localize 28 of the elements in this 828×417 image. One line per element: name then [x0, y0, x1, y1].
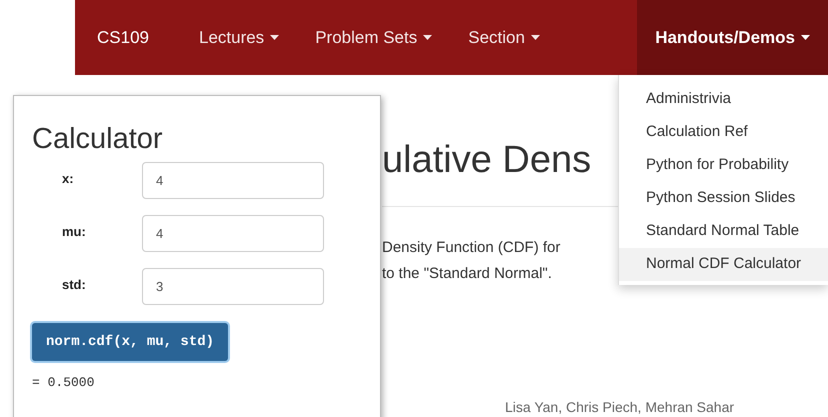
paragraph-line: to the "Standard Normal". — [382, 264, 553, 284]
field-label: mu: — [61, 223, 87, 241]
input-field[interactable]: 4 — [142, 215, 324, 252]
field-label: x: — [61, 170, 75, 188]
dropdown-item[interactable]: Calculation Ref — [619, 116, 828, 149]
page-heading: ulative Dens — [382, 138, 592, 183]
dropdown-item[interactable]: Python for Probability — [619, 149, 828, 182]
dropdown-item[interactable]: Python Session Slides — [619, 182, 828, 215]
nav-menu[interactable]: Section — [450, 0, 558, 75]
caret-icon — [530, 35, 540, 40]
caret-icon — [423, 35, 432, 40]
calculator-title: Calculator — [32, 122, 164, 156]
calculate-button[interactable]: norm.cdf(x, mu, std) — [32, 323, 228, 361]
nav-menu[interactable]: Handouts/Demos — [637, 0, 828, 75]
result-text: = 0.5000 — [32, 374, 96, 392]
input-field[interactable]: 4 — [142, 162, 324, 199]
caret-icon — [270, 35, 280, 40]
paragraph-line: Density Function (CDF) for — [382, 238, 562, 258]
dropdown-item[interactable]: Standard Normal Table — [619, 215, 828, 248]
input-field[interactable]: 3 — [142, 268, 324, 305]
dropdown-item[interactable]: Normal CDF Calculator — [619, 248, 828, 281]
brand-link[interactable]: CS109 — [75, 0, 181, 75]
dropdown-item[interactable]: Administrivia — [619, 83, 828, 116]
caret-icon — [801, 35, 810, 40]
nav-menu[interactable]: Lectures — [180, 0, 298, 75]
footer-credit: Lisa Yan, Chris Piech, Mehran Sahar — [505, 398, 734, 417]
field-label: std: — [61, 276, 87, 294]
nav-menu[interactable]: Problem Sets — [297, 0, 450, 75]
